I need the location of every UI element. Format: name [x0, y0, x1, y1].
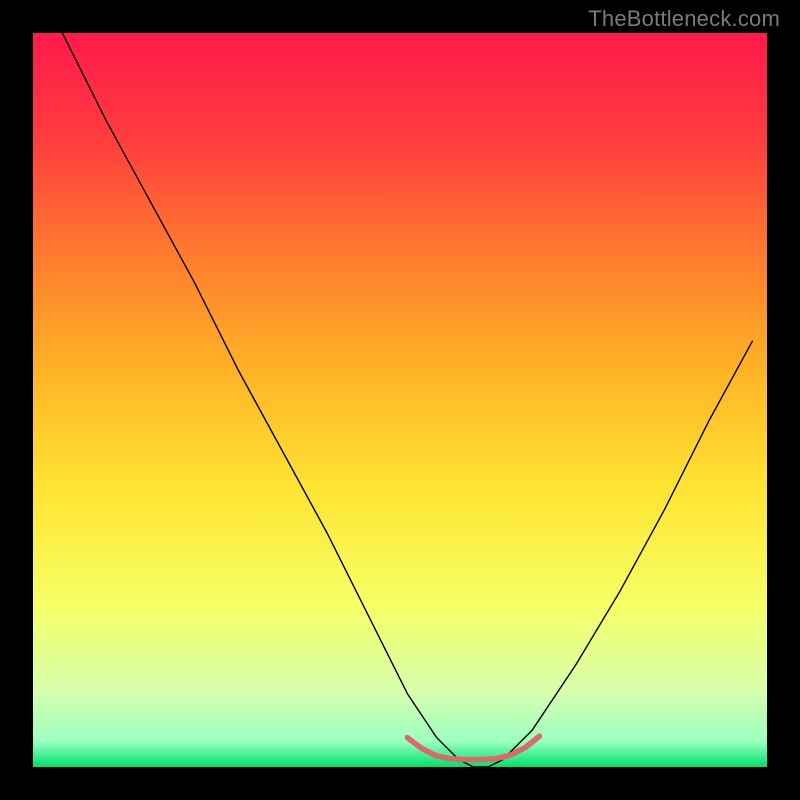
bottleneck-chart: [0, 0, 800, 800]
chart-frame: TheBottleneck.com: [0, 0, 800, 800]
chart-gradient-background: [33, 33, 767, 767]
